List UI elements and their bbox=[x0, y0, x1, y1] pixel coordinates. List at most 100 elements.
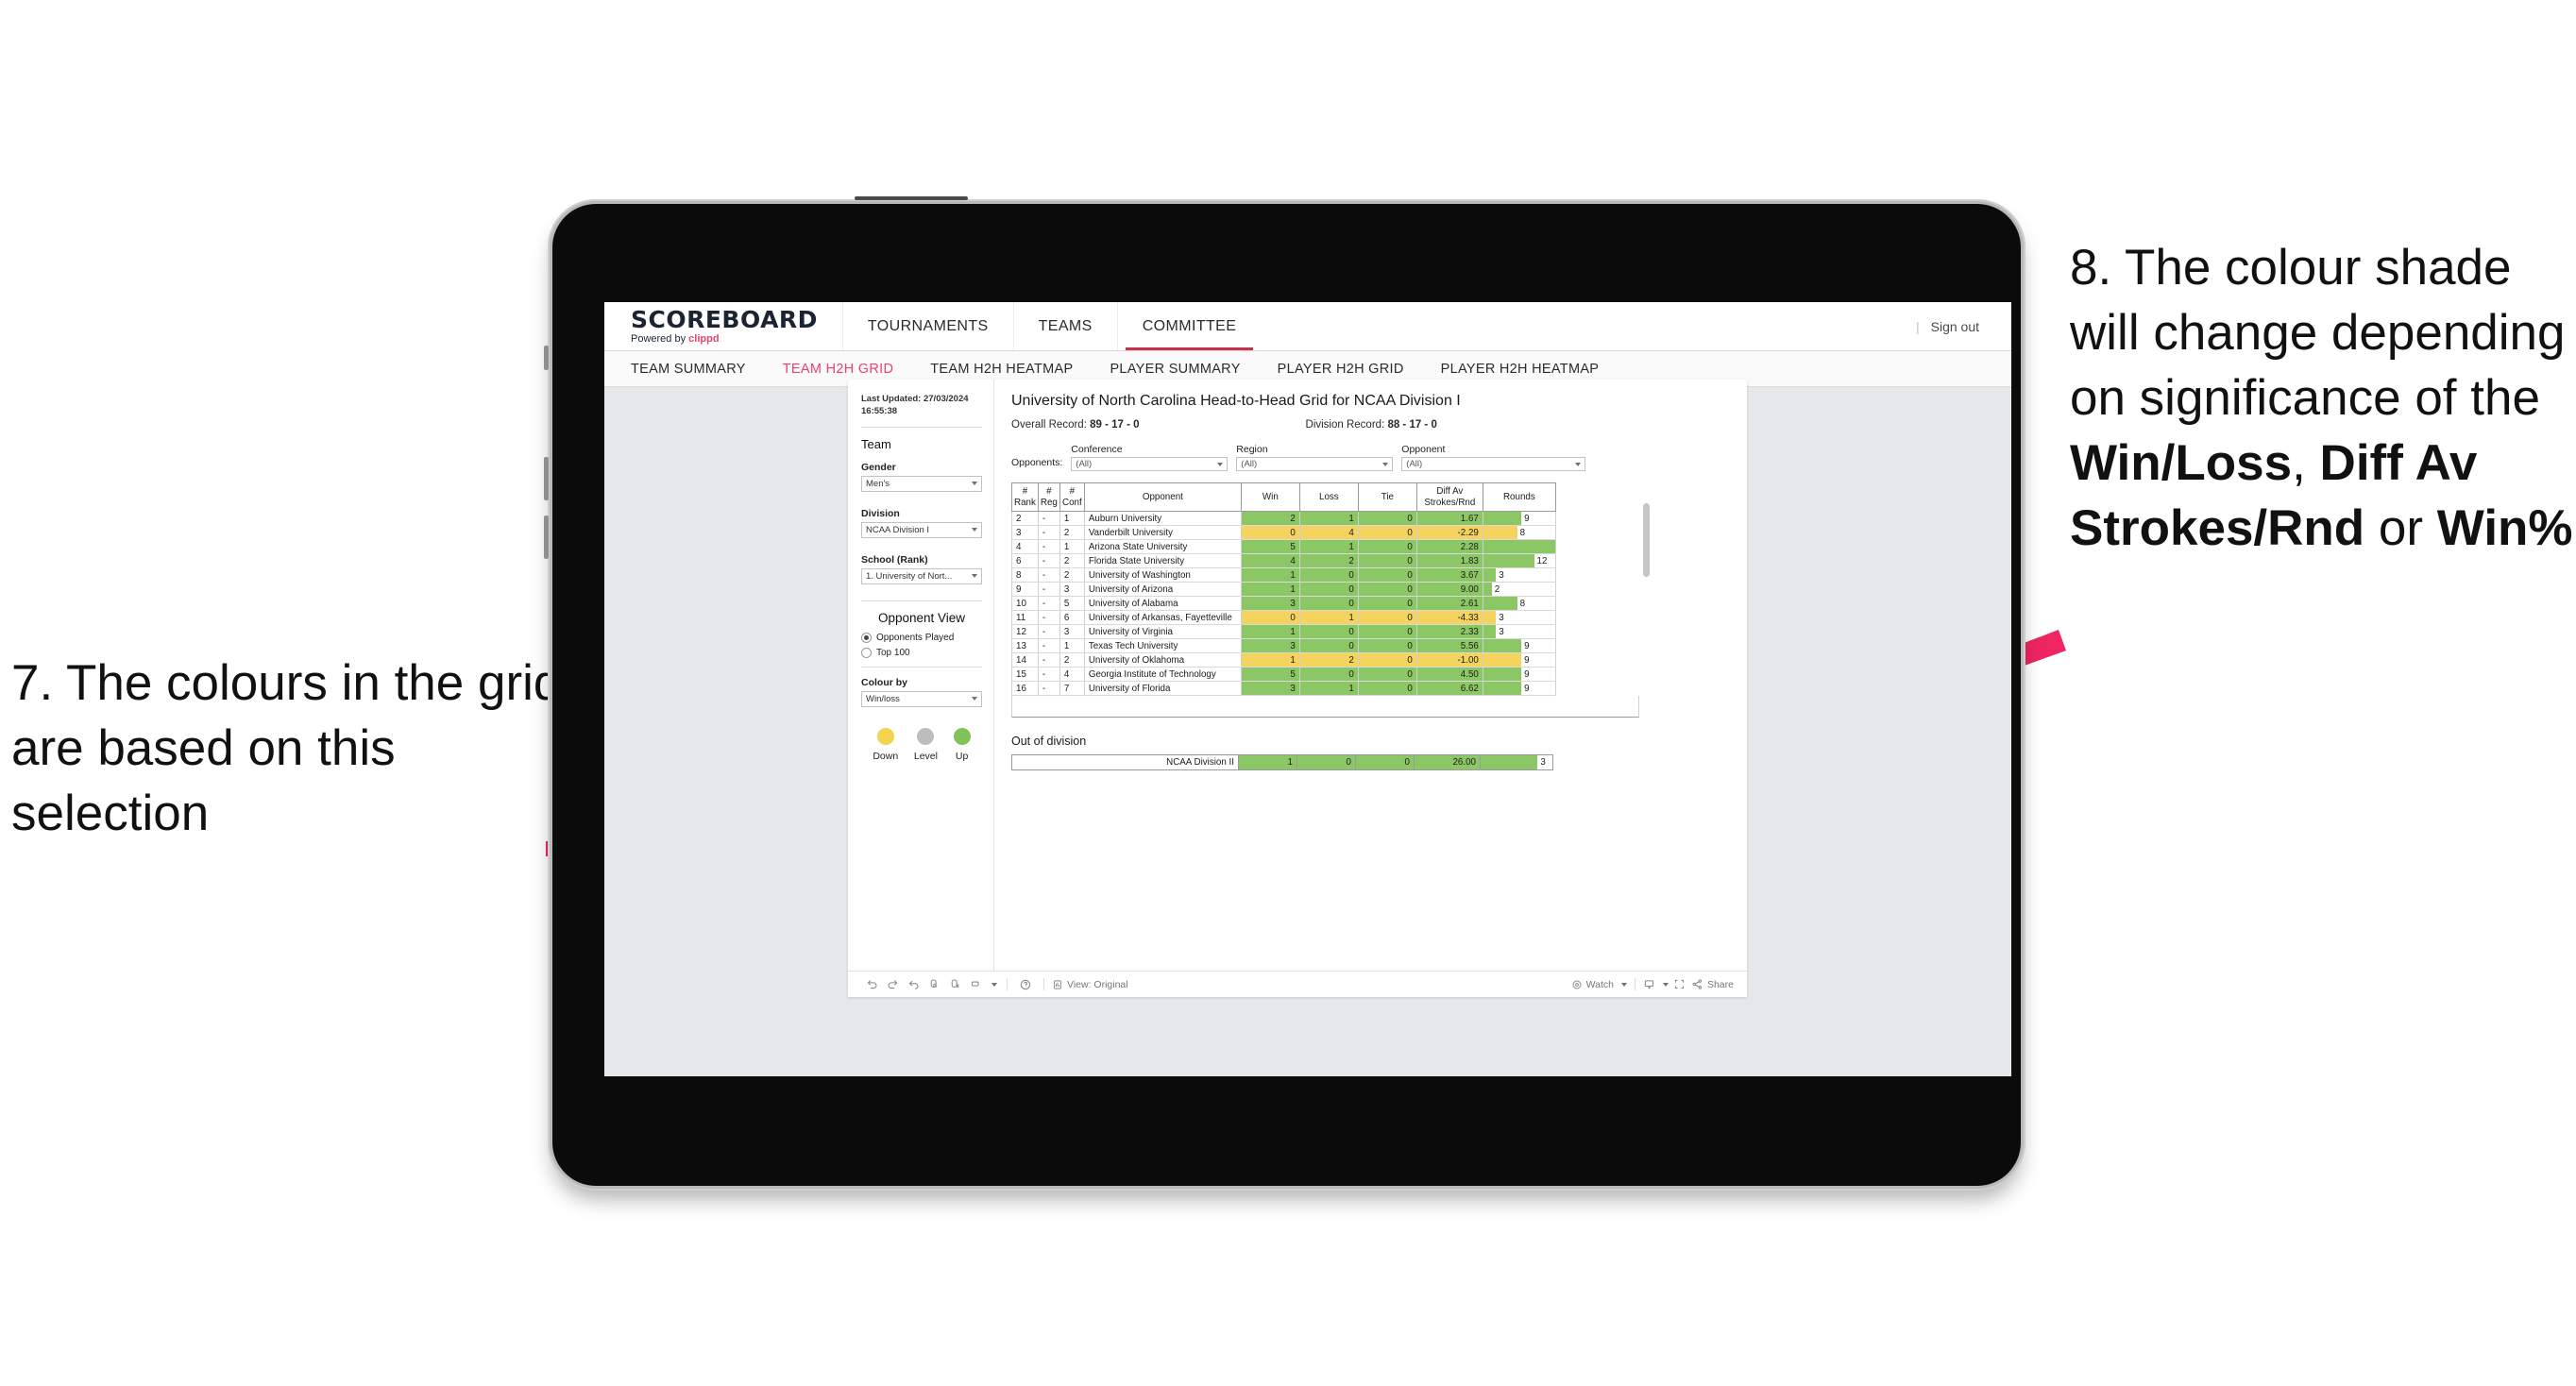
rounds-value: 2 bbox=[1494, 583, 1500, 595]
watch-button[interactable]: Watch bbox=[1571, 979, 1627, 990]
revert-icon[interactable] bbox=[903, 978, 924, 990]
cell-tie: 0 bbox=[1357, 652, 1417, 668]
page-title: University of North Carolina Head-to-Hea… bbox=[1011, 393, 1461, 409]
table-scrollbar[interactable] bbox=[1643, 503, 1650, 577]
table-row[interactable]: 13-1 Texas Tech University 3 0 0 5.56 9 bbox=[1011, 638, 1556, 654]
radio-top-100[interactable]: Top 100 bbox=[861, 647, 982, 658]
cell-win: 1 bbox=[1240, 567, 1300, 583]
subnav-tab-player-summary[interactable]: PLAYER SUMMARY bbox=[1110, 362, 1260, 377]
chevron-down-icon bbox=[1575, 462, 1582, 466]
cell-tie: 0 bbox=[1357, 553, 1417, 569]
cell-loss: 0 bbox=[1298, 567, 1359, 583]
chevron-down-icon[interactable] bbox=[986, 982, 999, 987]
nav-tab-tournaments[interactable]: TOURNAMENTS bbox=[841, 302, 1013, 350]
cell-rank: 9 bbox=[1011, 582, 1039, 598]
division-record-label: Division Record: bbox=[1305, 419, 1388, 431]
help-icon[interactable] bbox=[1015, 978, 1036, 991]
primary-navigation: TOURNAMENTS TEAMS COMMITTEE bbox=[841, 302, 1262, 350]
cell-rank: 6 bbox=[1011, 553, 1039, 569]
select-division[interactable]: NCAA Division I bbox=[861, 521, 982, 538]
radio-top-100-label: Top 100 bbox=[876, 647, 910, 658]
cell-rounds: 2 bbox=[1482, 582, 1556, 598]
legend-label-level: Level bbox=[913, 750, 938, 762]
col-reg: # Reg bbox=[1037, 482, 1060, 513]
table-row[interactable]: 4-1Arizona State University5102.2817 bbox=[1011, 539, 1556, 555]
table-row[interactable]: 11-6 University of Arkansas, Fayetteville… bbox=[1011, 610, 1556, 626]
table-row[interactable]: 2-1 Auburn University 2 1 0 1.67 9 bbox=[1011, 511, 1556, 527]
cell-loss: 0 bbox=[1298, 667, 1359, 683]
cell-conf: 2 bbox=[1059, 567, 1085, 583]
cell-rank: 3 bbox=[1011, 525, 1039, 541]
nav-tab-teams[interactable]: TEAMS bbox=[1012, 302, 1117, 350]
rounds-value: 3 bbox=[1499, 626, 1504, 637]
subnav-tab-team-h2h-grid[interactable]: TEAM H2H GRID bbox=[783, 362, 914, 377]
refresh-icon[interactable] bbox=[924, 978, 944, 990]
table-row[interactable]: 14-2 University of Oklahoma 1 2 0 -1.00 9 bbox=[1011, 652, 1556, 668]
legend-label-down: Down bbox=[873, 750, 899, 762]
download-button[interactable] bbox=[1643, 978, 1669, 990]
table-row[interactable]: 15-4 Georgia Institute of Technology 5 0 0 4.… bbox=[1011, 667, 1556, 683]
radio-opponents-played[interactable]: Opponents Played bbox=[861, 632, 982, 643]
subnav-tab-team-summary[interactable]: TEAM SUMMARY bbox=[631, 362, 766, 377]
cell-conf: 6 bbox=[1059, 610, 1085, 626]
sign-out-link[interactable]: Sign out bbox=[1931, 319, 1979, 334]
view-original-button[interactable]: View: Original bbox=[1052, 979, 1128, 990]
division-record: Division Record: 88 - 17 - 0 bbox=[1306, 419, 1437, 431]
cell-reg: - bbox=[1037, 525, 1060, 541]
cell-rounds: 17 bbox=[1482, 539, 1556, 555]
table-row[interactable]: 3-2 Vanderbilt University 0 4 0 -2.29 8 bbox=[1011, 525, 1556, 541]
cell-rounds: 9 bbox=[1482, 652, 1556, 668]
presentation-icon[interactable] bbox=[965, 978, 986, 990]
subnav-tab-team-h2h-heatmap[interactable]: TEAM H2H HEATMAP bbox=[930, 362, 1093, 377]
subnav-tab-player-h2h-heatmap[interactable]: PLAYER H2H HEATMAP bbox=[1441, 362, 1619, 377]
select-colour-by-value: Win/loss bbox=[866, 693, 900, 704]
table-row[interactable]: 6-2 Florida State University 4 2 0 1.83 12 bbox=[1011, 553, 1556, 569]
filter-opponent-select[interactable]: (All) bbox=[1401, 457, 1586, 471]
table-row[interactable]: 8-2 University of Washington 1 0 0 3.67 3 bbox=[1011, 567, 1556, 583]
rounds-value: 17 bbox=[1555, 540, 1556, 553]
undo-icon[interactable] bbox=[861, 978, 882, 990]
dashboard-card: Last Updated: 27/03/2024 16:55:38 Team G… bbox=[848, 380, 1747, 997]
ood-cell-win: 1 bbox=[1238, 754, 1297, 771]
grid-panel: University of North Carolina Head-to-Hea… bbox=[994, 380, 1747, 971]
cell-rounds: 9 bbox=[1482, 667, 1556, 683]
select-school-rank[interactable]: 1. University of Nort... bbox=[861, 567, 982, 584]
pause-icon[interactable] bbox=[944, 978, 965, 990]
fullscreen-icon[interactable] bbox=[1669, 978, 1691, 990]
cell-opponent: University of Florida bbox=[1083, 681, 1242, 697]
cell-tie: 0 bbox=[1357, 610, 1417, 626]
share-button[interactable]: Share bbox=[1691, 978, 1734, 990]
cell-loss: 1 bbox=[1298, 681, 1359, 697]
col-rank: # Rank bbox=[1011, 482, 1039, 513]
ood-cell-loss: 0 bbox=[1296, 754, 1356, 771]
col-diff-av-strokes: Diff Av Strokes/Rnd bbox=[1415, 482, 1483, 513]
cell-opponent: Texas Tech University bbox=[1083, 638, 1242, 654]
filter-region-select[interactable]: (All) bbox=[1236, 457, 1394, 471]
table-row[interactable]: 12-3 University of Virginia 1 0 0 2.33 3 bbox=[1011, 624, 1556, 640]
select-gender[interactable]: Men's bbox=[861, 475, 982, 492]
cell-conf: 1 bbox=[1059, 539, 1085, 555]
table-row[interactable]: 16-7 University of Florida 3 1 0 6.62 9 bbox=[1011, 681, 1556, 697]
rounds-bar bbox=[1483, 526, 1517, 539]
cell-reg: - bbox=[1037, 638, 1060, 654]
filter-region-label: Region bbox=[1236, 444, 1268, 455]
ood-rounds-bar bbox=[1481, 755, 1538, 770]
select-colour-by[interactable]: Win/loss bbox=[861, 690, 982, 707]
cell-win: 0 bbox=[1240, 610, 1300, 626]
table-row[interactable]: 10-5 University of Alabama 3 0 0 2.61 8 bbox=[1011, 596, 1556, 612]
redo-icon[interactable] bbox=[882, 978, 903, 990]
cell-reg: - bbox=[1037, 652, 1060, 668]
callout-step-8: 8. The colour shade will change dependin… bbox=[2070, 236, 2576, 561]
opponent-filters: Opponents: Conference (All) Region (All) bbox=[1011, 444, 1732, 471]
rounds-value: 3 bbox=[1499, 612, 1504, 623]
table-row[interactable]: 9-3 University of Arizona 1 0 0 9.00 2 bbox=[1011, 582, 1556, 598]
subnav-tab-player-h2h-grid[interactable]: PLAYER H2H GRID bbox=[1278, 362, 1424, 377]
nav-tab-committee[interactable]: COMMITTEE bbox=[1116, 302, 1262, 350]
toolbar-divider-2 bbox=[1043, 978, 1044, 990]
filter-conference-select[interactable]: (All) bbox=[1071, 457, 1229, 471]
select-division-value: NCAA Division I bbox=[866, 524, 930, 535]
cell-win: 3 bbox=[1240, 596, 1300, 612]
h2h-header-row: # Rank # Reg # Conf Opponent Win Loss Tie D… bbox=[1011, 482, 1556, 513]
radio-opponents-played-label: Opponents Played bbox=[876, 632, 955, 643]
cell-diff-av-strokes: -2.29 bbox=[1415, 525, 1483, 541]
